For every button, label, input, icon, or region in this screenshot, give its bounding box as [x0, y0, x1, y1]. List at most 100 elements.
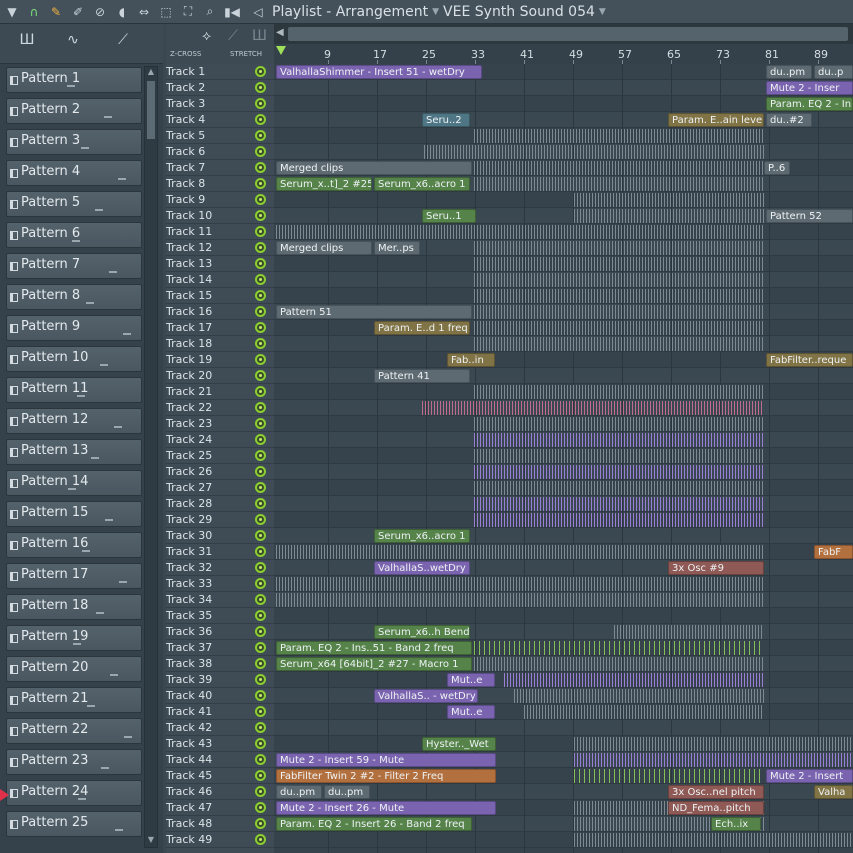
track-header[interactable]: Track 19 [166, 352, 274, 368]
playlist-clip[interactable]: Hyster.._Wet [422, 737, 496, 751]
track-enable-led-icon[interactable] [255, 66, 266, 77]
pattern-item[interactable]: Pattern 19 [6, 625, 142, 651]
track-enable-led-icon[interactable] [255, 226, 266, 237]
pattern-item[interactable]: Pattern 1 [6, 67, 142, 93]
project-name[interactable]: VEE Synth Sound 054 [443, 4, 595, 20]
track-header[interactable]: Track 32 [166, 560, 274, 576]
track-header[interactable]: Track 8 [166, 176, 274, 192]
pencil-icon[interactable]: ✎ [46, 2, 66, 22]
playlist-clip[interactable]: Serum_x..t]_2 #25 [276, 177, 372, 191]
pattern-item[interactable]: Pattern 4 [6, 160, 142, 186]
track-header[interactable]: Track 33 [166, 576, 274, 592]
track-lane[interactable] [274, 528, 853, 544]
playlist-clip[interactable]: Param. E..d 1 freq [374, 321, 470, 335]
track-header[interactable]: Track 18 [166, 336, 274, 352]
track-enable-led-icon[interactable] [255, 242, 266, 253]
track-enable-led-icon[interactable] [255, 306, 266, 317]
slip-icon[interactable]: ⇔ [134, 2, 154, 22]
scrollbar-thumb[interactable] [147, 81, 155, 139]
track-enable-led-icon[interactable] [255, 802, 266, 813]
pattern-item[interactable]: Pattern 15 [6, 501, 142, 527]
playhead-marker[interactable] [276, 46, 286, 55]
track-header[interactable]: Track 45 [166, 768, 274, 784]
track-enable-led-icon[interactable] [255, 642, 266, 653]
pattern-item[interactable]: Pattern 24 [6, 780, 142, 806]
pattern-item[interactable]: Pattern 11 [6, 377, 142, 403]
playlist-clip[interactable]: Merged clips [276, 241, 372, 255]
scroll-down-icon[interactable]: ▼ [145, 835, 157, 847]
pattern-item[interactable]: Pattern 2 [6, 98, 142, 124]
automation-icon[interactable]: ⟋ [110, 32, 136, 54]
track-header[interactable]: Track 1 [166, 64, 274, 80]
track-header[interactable]: Track 46 [166, 784, 274, 800]
pattern-item[interactable]: Pattern 23 [6, 749, 142, 775]
track-header[interactable]: Track 15 [166, 288, 274, 304]
scroll-up-icon[interactable]: ▲ [145, 67, 157, 79]
track-enable-led-icon[interactable] [255, 258, 266, 269]
playlist-clip[interactable]: FabF [814, 545, 853, 559]
playlist-clip[interactable]: du..pm [324, 785, 370, 799]
pattern-scrollbar[interactable]: ▲ ▼ [144, 66, 158, 848]
track-header[interactable]: Track 23 [166, 416, 274, 432]
playlist-clip[interactable]: ValhallaS.. - wetDry [374, 689, 478, 703]
magnet-icon[interactable]: ∩ [24, 2, 44, 22]
track-header[interactable]: Track 22 [166, 400, 274, 416]
pattern-item[interactable]: Pattern 20 [6, 656, 142, 682]
playlist-clip[interactable]: du..pm [766, 65, 812, 79]
pattern-item[interactable]: Pattern 5 [6, 191, 142, 217]
playlist-clip[interactable]: ValhallaShimmer - Insert 51 - wetDry [276, 65, 482, 79]
playlist-clip[interactable]: ValhallaS..wetDry [374, 561, 470, 575]
select-all-icon[interactable]: ⛶ [178, 2, 198, 22]
track-enable-led-icon[interactable] [255, 370, 266, 381]
pattern-item[interactable]: Pattern 21 [6, 687, 142, 713]
playlist-clip[interactable]: Param. EQ 2 - Insert 26 - Band 2 freq [276, 817, 472, 831]
playlist-clip[interactable]: Param. EQ 2 - In [766, 97, 853, 111]
track-enable-led-icon[interactable] [255, 290, 266, 301]
playlist-clip[interactable]: Serum_x6..acro 1 [374, 177, 470, 191]
pattern-item[interactable]: Pattern 12 [6, 408, 142, 434]
track-enable-led-icon[interactable] [255, 818, 266, 829]
track-header[interactable]: Track 43 [166, 736, 274, 752]
scroll-left-icon[interactable]: ◀ [276, 27, 284, 38]
track-enable-led-icon[interactable] [255, 274, 266, 285]
track-enable-led-icon[interactable] [255, 418, 266, 429]
track-enable-led-icon[interactable] [255, 770, 266, 781]
track-enable-led-icon[interactable] [255, 786, 266, 797]
playlist-clip[interactable]: FabFilter Twin 2 #2 - Filter 2 Freq [276, 769, 496, 783]
track-header[interactable]: Track 21 [166, 384, 274, 400]
track-lane[interactable] [274, 192, 853, 208]
track-enable-led-icon[interactable] [255, 386, 266, 397]
track-header[interactable]: Track 11 [166, 224, 274, 240]
playlist-clip[interactable]: Fab..in [447, 353, 495, 367]
playlist-clip[interactable]: P..6 [764, 161, 790, 175]
patterns-icon[interactable]: Ш [14, 32, 40, 54]
track-header[interactable]: Track 5 [166, 128, 274, 144]
pattern-item[interactable]: Pattern 9 [6, 315, 142, 341]
track-lane[interactable] [274, 624, 853, 640]
grid-icon[interactable]: Ш [252, 28, 267, 44]
track-lane[interactable] [274, 608, 853, 624]
track-header[interactable]: Track 17 [166, 320, 274, 336]
bar-ruler[interactable]: 9 17 25 33 41 49 57 65 73 81 89 [274, 46, 853, 64]
playlist-clip[interactable]: Param. EQ 2 - Ins..51 - Band 2 freq [276, 641, 472, 655]
track-header[interactable]: Track 12 [166, 240, 274, 256]
track-header[interactable]: Track 16 [166, 304, 274, 320]
playlist-clip[interactable]: du..pm [276, 785, 322, 799]
track-header[interactable]: Track 34 [166, 592, 274, 608]
track-header[interactable]: Track 10 [166, 208, 274, 224]
track-enable-led-icon[interactable] [255, 722, 266, 733]
track-enable-led-icon[interactable] [255, 322, 266, 333]
playlist-clip[interactable]: Pattern 51 [276, 305, 472, 319]
project-dropdown-icon[interactable]: ▼ [599, 7, 606, 17]
track-enable-led-icon[interactable] [255, 658, 266, 669]
track-header[interactable]: Track 28 [166, 496, 274, 512]
pattern-item[interactable]: Pattern 3 [6, 129, 142, 155]
pattern-item[interactable]: Pattern 13 [6, 439, 142, 465]
track-header[interactable]: Track 49 [166, 832, 274, 848]
track-enable-led-icon[interactable] [255, 626, 266, 637]
playlist-clip[interactable]: Pattern 52 [766, 209, 853, 223]
menu-arrow-icon[interactable]: ▼ [2, 2, 22, 22]
playlist-clip[interactable]: Serum_x6..acro 1 [374, 529, 470, 543]
track-enable-led-icon[interactable] [255, 466, 266, 477]
track-enable-led-icon[interactable] [255, 546, 266, 557]
